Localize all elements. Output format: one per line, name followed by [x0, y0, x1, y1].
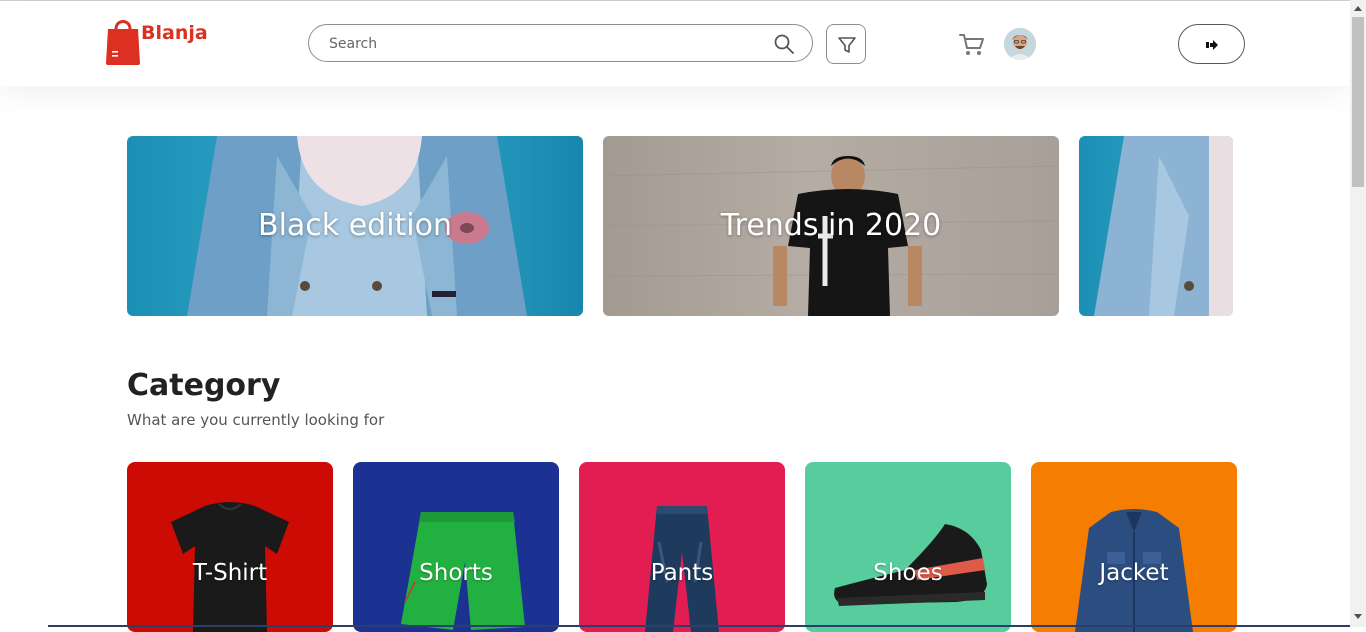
- jacket-image: [1075, 509, 1193, 632]
- shopping-bag-icon: [106, 20, 140, 65]
- category-title: Category: [127, 368, 281, 403]
- category-label: Jacket: [1099, 560, 1169, 586]
- search-bar: [308, 24, 813, 63]
- denim-jacket-image: [1094, 136, 1233, 316]
- category-shoes[interactable]: Shoes: [805, 462, 1011, 632]
- banner-trends-2020[interactable]: Trends in 2020: [603, 136, 1059, 316]
- pants-image: [645, 506, 719, 632]
- category-jacket[interactable]: Jacket: [1031, 462, 1237, 632]
- scroll-thumb[interactable]: [1352, 17, 1364, 187]
- category-tshirt[interactable]: T-Shirt: [127, 462, 333, 632]
- category-label: Shoes: [873, 560, 943, 586]
- banner-black-edition[interactable]: Black edition: [127, 136, 583, 316]
- shorts-image: [401, 512, 525, 630]
- category-subtitle: What are you currently looking for: [127, 411, 385, 429]
- cart-icon[interactable]: [958, 31, 986, 59]
- category-label: Shorts: [419, 560, 493, 586]
- search-icon[interactable]: [774, 34, 794, 54]
- tshirt-image: [171, 502, 289, 632]
- scroll-down-arrow-icon[interactable]: [1354, 614, 1362, 619]
- banner-next[interactable]: [1079, 136, 1233, 316]
- banner-title: Trends in 2020: [720, 208, 942, 243]
- category-shorts[interactable]: Shorts: [353, 462, 559, 632]
- shoes-image: [834, 524, 987, 606]
- logout-button[interactable]: [1178, 24, 1245, 64]
- scroll-up-arrow-icon[interactable]: [1354, 6, 1362, 11]
- logout-icon: [1206, 40, 1218, 50]
- brand-logo[interactable]: Blanja: [104, 15, 208, 65]
- category-label: T-Shirt: [192, 560, 268, 586]
- category-pants[interactable]: Pants: [579, 462, 785, 632]
- navbar: Blanja: [0, 1, 1350, 86]
- category-label: Pants: [650, 560, 714, 586]
- filter-button[interactable]: [826, 24, 866, 64]
- filter-icon: [838, 37, 856, 53]
- avatar-image: [1004, 28, 1036, 60]
- vertical-scrollbar[interactable]: [1350, 0, 1366, 627]
- brand-name: Blanja: [141, 22, 208, 44]
- banner-title: Black edition: [257, 208, 452, 243]
- search-input[interactable]: [329, 25, 749, 63]
- user-avatar[interactable]: [1004, 28, 1036, 60]
